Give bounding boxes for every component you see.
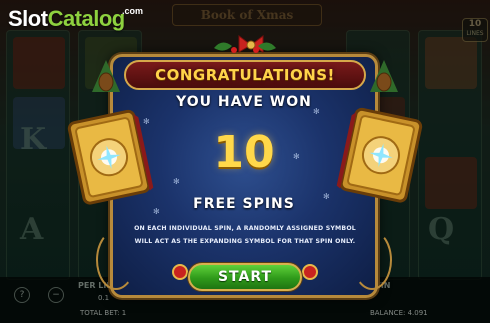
candy-ornament-icon bbox=[302, 264, 318, 280]
feature-description-line-1: ON EACH INDIVIDUAL SPIN, A RANDOMLY ASSI… bbox=[134, 225, 356, 232]
feature-description-line-2: WILL ACT AS THE EXPANDING SYMBOL FOR THA… bbox=[134, 238, 356, 245]
pine-branch-icon bbox=[92, 60, 120, 92]
slotcatalog-logo: SlotCatalog bbox=[8, 6, 125, 32]
free-spins-count: 10 bbox=[213, 127, 275, 178]
logo-catalog: Catalog bbox=[47, 6, 126, 31]
logo-slot: Slot bbox=[8, 6, 48, 31]
pine-branch-icon bbox=[370, 60, 398, 92]
candy-ornament-icon bbox=[172, 264, 188, 280]
you-have-won-text: YOU HAVE WON bbox=[176, 94, 312, 110]
snowflake-icon: ✻ bbox=[173, 177, 180, 186]
congratulations-banner: CONGRATULATIONS! bbox=[124, 60, 366, 90]
snowflake-icon: ✻ bbox=[143, 117, 150, 126]
free-spins-label: FREE SPINS bbox=[193, 196, 295, 212]
logo-com: .com bbox=[122, 6, 144, 16]
holly-icon bbox=[214, 42, 276, 53]
start-button[interactable]: START bbox=[188, 263, 302, 291]
feature-description: ON EACH INDIVIDUAL SPIN, A RANDOMLY ASSI… bbox=[124, 222, 366, 248]
